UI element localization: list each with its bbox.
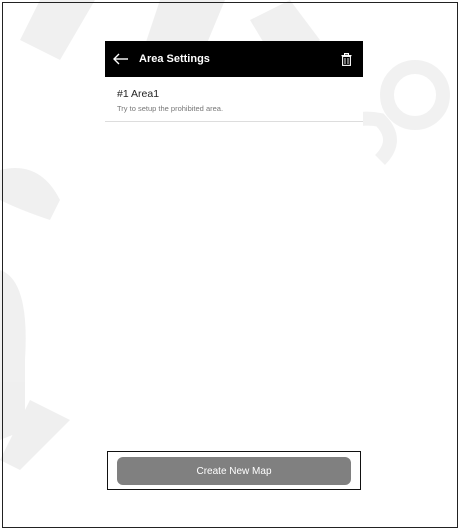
app-bar: Area Settings [105,41,363,77]
create-new-map-button[interactable]: Create New Map [117,457,351,485]
page: Area Settings #1 Area1 Try to setup the … [0,0,461,531]
arrow-left-icon[interactable] [113,52,131,66]
list-item-area[interactable]: #1 Area1 Try to setup the prohibited are… [105,82,363,122]
area-name: #1 Area1 [117,88,160,100]
page-title: Area Settings [139,53,210,65]
trash-icon[interactable] [339,51,353,67]
area-hint: Try to setup the prohibited area. [117,104,224,113]
